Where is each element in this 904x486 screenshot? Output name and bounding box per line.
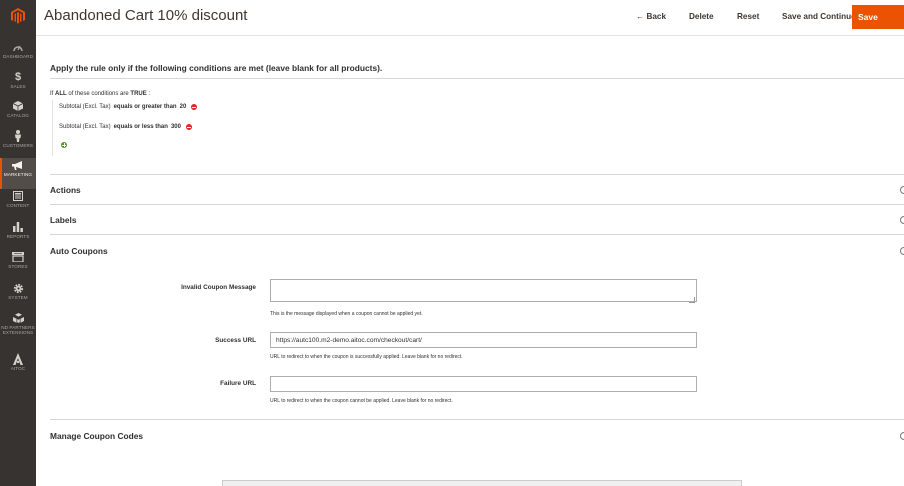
divider — [50, 204, 904, 205]
section-actions[interactable]: Actions — [50, 185, 81, 195]
aggregator-select[interactable]: ALL — [55, 91, 67, 97]
condition-rule: Subtotal (Excl. Tax) equals or less than… — [59, 124, 192, 130]
expand-toggle-icon[interactable] — [900, 247, 904, 255]
dollar-icon: $ — [14, 71, 22, 83]
textarea-resize-handle[interactable] — [689, 297, 695, 303]
conditions-tree-line — [52, 100, 53, 156]
delete-button[interactable]: Delete — [689, 12, 714, 21]
aggregator-value-select[interactable]: TRUE — [130, 91, 146, 97]
expand-toggle-icon[interactable] — [900, 186, 904, 194]
nav-item-content[interactable]: CONTENT — [0, 189, 36, 220]
save-button[interactable]: Save — [852, 5, 904, 29]
admin-sidebar: DASHBOARD $ SALES CATALOG CUSTOMERS MARK… — [0, 0, 36, 486]
nav-label: AITOC — [10, 366, 26, 371]
cube-icon — [13, 99, 23, 113]
magento-logo-icon[interactable] — [0, 0, 36, 32]
nav-label: CUSTOMERS — [2, 143, 34, 148]
nav-label: REPORTS — [6, 234, 30, 239]
blocks-icon — [12, 311, 24, 325]
divider — [50, 174, 904, 175]
condition-attribute: Subtotal (Excl. Tax) — [59, 104, 111, 110]
field-note: URL to redirect to when the coupon canno… — [270, 398, 453, 404]
nav-item-stores[interactable]: STORES — [0, 250, 36, 281]
nav-item-find-partners[interactable]: ND PARTNERS EXTENSIONS — [0, 311, 36, 342]
nav-item-aitoc[interactable]: AITOC — [0, 352, 36, 383]
conditions-title: Apply the rule only if the following con… — [50, 63, 383, 73]
nav-item-customers[interactable]: CUSTOMERS — [0, 129, 36, 160]
aitoc-icon — [13, 352, 23, 366]
invalid-coupon-message-field[interactable] — [270, 279, 697, 302]
nav-label: DASHBOARD — [3, 54, 33, 59]
nav-label: CONTENT — [6, 203, 30, 208]
main-content: Apply the rule only if the following con… — [36, 36, 904, 486]
conditions-aggregator-line: If ALL of these conditions are TRUE : — [50, 91, 150, 97]
page-header: Abandoned Cart 10% discount ← Back Delet… — [36, 0, 904, 36]
aggregator-suffix: : — [148, 91, 151, 97]
failure-url-field[interactable] — [270, 376, 697, 392]
invalid-coupon-message-label: Invalid Coupon Message — [181, 284, 256, 291]
divider — [50, 419, 904, 420]
person-icon — [14, 129, 22, 143]
nav-item-marketing[interactable]: MARKETING — [0, 158, 36, 189]
failure-url-label: Failure URL — [220, 380, 256, 387]
field-note: This is the message displayed when a cou… — [270, 311, 423, 317]
expand-toggle-icon[interactable] — [900, 216, 904, 224]
nav-label: CATALOG — [7, 113, 29, 118]
condition-attribute: Subtotal (Excl. Tax) — [59, 124, 111, 130]
condition-rule: Subtotal (Excl. Tax) equals or greater t… — [59, 104, 198, 110]
remove-condition-icon[interactable] — [191, 104, 198, 110]
field-note: URL to redirect to when the coupon is su… — [270, 354, 463, 360]
reset-button[interactable]: Reset — [737, 12, 759, 21]
back-button[interactable]: ← Back — [636, 12, 666, 21]
layout-icon — [13, 189, 23, 203]
section-auto-coupons[interactable]: Auto Coupons — [50, 246, 108, 256]
section-labels[interactable]: Labels — [50, 215, 77, 225]
nav-item-reports[interactable]: REPORTS — [0, 220, 36, 251]
nav-label: SYSTEM — [8, 295, 28, 300]
bar-chart-icon — [13, 220, 23, 234]
nav-label-line2: EXTENSIONS — [2, 330, 34, 336]
aggregator-middle: of these conditions are — [68, 91, 129, 97]
gear-icon — [13, 281, 24, 295]
nav-item-catalog[interactable]: CATALOG — [0, 99, 36, 130]
section-manage-coupon-codes[interactable]: Manage Coupon Codes — [50, 431, 143, 441]
nav-label: SALES — [10, 84, 26, 89]
nav-item-sales[interactable]: $ SALES — [0, 70, 36, 101]
success-url-field[interactable] — [270, 332, 697, 348]
store-icon — [12, 250, 24, 264]
expand-toggle-icon[interactable] — [900, 432, 904, 440]
nav-label: MARKETING — [3, 172, 33, 177]
coupon-code-input[interactable] — [222, 480, 742, 486]
divider — [50, 234, 904, 235]
nav-item-system[interactable]: SYSTEM — [0, 281, 36, 312]
dashboard-icon — [13, 40, 23, 54]
megaphone-icon — [12, 158, 24, 172]
condition-value[interactable]: 300 — [171, 124, 181, 130]
condition-operator[interactable]: equals or greater than — [114, 104, 177, 110]
condition-operator[interactable]: equals or less than — [114, 124, 168, 130]
divider — [50, 78, 904, 79]
if-prefix: If — [50, 91, 54, 97]
condition-value[interactable]: 20 — [180, 104, 187, 110]
page-title: Abandoned Cart 10% discount — [44, 7, 248, 24]
add-condition-icon[interactable] — [61, 142, 67, 148]
nav-item-dashboard[interactable]: DASHBOARD — [0, 40, 36, 71]
remove-condition-icon[interactable] — [185, 124, 192, 130]
nav-label: STORES — [8, 264, 28, 269]
success-url-label: Success URL — [215, 337, 256, 344]
